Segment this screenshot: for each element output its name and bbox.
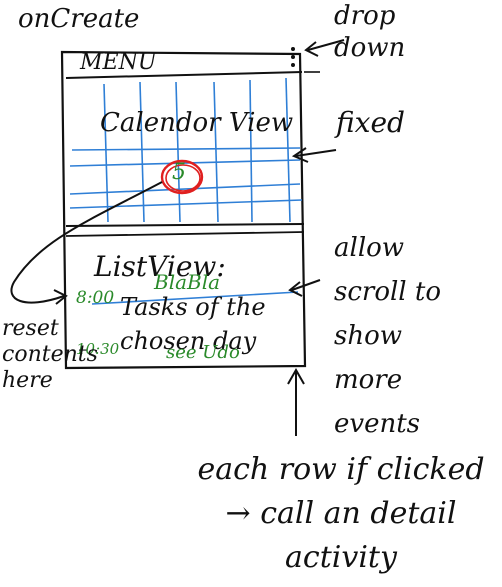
- calendar-grid: [69, 77, 303, 223]
- calendar-view-label: Calendor View: [100, 108, 294, 138]
- row-2-title[interactable]: see Udo: [166, 342, 240, 363]
- menu-label[interactable]: MENU: [80, 50, 156, 75]
- fixed-annotation: fixed: [336, 106, 405, 139]
- reset-contents-annotation: reset contents here: [2, 316, 98, 393]
- vertical-dots-icon[interactable]: [288, 44, 298, 70]
- drop-down-annotation: drop down: [334, 1, 406, 63]
- oncreate-note: onCreate: [18, 4, 140, 34]
- section-divider: [65, 223, 305, 227]
- allow-scroll-annotation: allow scroll to show more events: [334, 233, 441, 439]
- row-click-annotation: each row if clicked → call an detail act…: [197, 452, 485, 575]
- row-1-time[interactable]: 8:00: [76, 288, 114, 308]
- selected-day-number[interactable]: 5: [172, 160, 186, 185]
